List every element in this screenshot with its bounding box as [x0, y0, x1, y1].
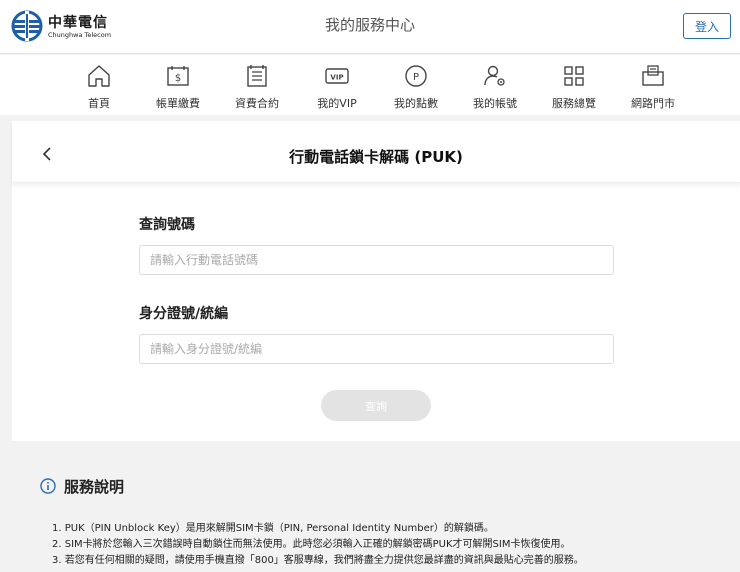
nav-label: 首頁	[88, 97, 110, 110]
card-header: 行動電話鎖卡解碼 (PUK)	[12, 121, 740, 183]
phone-number-label: 查詢號碼	[139, 217, 195, 233]
points-icon: P	[405, 65, 427, 87]
nav-label: 服務總覽	[552, 97, 596, 110]
id-number-input[interactable]	[139, 334, 614, 364]
id-number-label: 身分證號/統編	[139, 306, 229, 322]
service-info-title: 服務說明	[64, 477, 125, 496]
svg-text:$: $	[175, 73, 181, 84]
home-icon	[88, 65, 110, 87]
nav-label: 我的點數	[394, 97, 438, 110]
nav-label: 我的VIP	[317, 97, 357, 110]
nav-item-bill[interactable]: $ 帳單繳費	[138, 63, 218, 111]
page-header-title: 我的服務中心	[324, 16, 415, 34]
phone-number-input[interactable]	[139, 245, 614, 275]
page-title: 行動電話鎖卡解碼 (PUK)	[289, 148, 463, 166]
nav-label: 資費合約	[235, 97, 279, 110]
list-item: 2. SIM卡將於您輸入三次錯誤時自動鎖住而無法使用。此時您必須輸入正確的解鎖密…	[52, 539, 571, 550]
nav-item-account[interactable]: 我的帳號	[455, 63, 535, 111]
main-nav: 首頁 $ 帳單繳費 資費合約 VIP 我的VIP P 我的點數 我的帳號 服務總…	[0, 55, 740, 115]
puk-query-card: 行動電話鎖卡解碼 (PUK) 查詢號碼 身分證號/統編 查詢	[12, 121, 740, 441]
service-info-header: 服務說明	[40, 476, 124, 496]
nav-item-points[interactable]: P 我的點數	[376, 63, 456, 111]
nav-label: 帳單繳費	[156, 97, 200, 110]
vip-icon: VIP	[325, 68, 349, 84]
nav-item-store[interactable]: 網路門市	[613, 63, 693, 111]
nav-label: 網路門市	[631, 97, 675, 110]
nav-label: 我的帳號	[473, 97, 517, 110]
shopping-bag-icon	[642, 65, 664, 86]
contract-icon	[247, 65, 267, 87]
bill-icon: $	[167, 66, 189, 86]
nav-item-home[interactable]: 首頁	[59, 63, 139, 111]
account-settings-icon	[484, 65, 505, 86]
grid-icon	[564, 66, 584, 86]
query-button[interactable]: 查詢	[321, 390, 431, 421]
nav-item-services[interactable]: 服務總覽	[534, 63, 614, 111]
nav-item-vip[interactable]: VIP 我的VIP	[297, 63, 377, 111]
list-item: 1. PUK（PIN Unblock Key）是用來解開SIM卡鎖（PIN, P…	[52, 523, 494, 534]
login-button[interactable]: 登入	[683, 13, 731, 39]
svg-text:VIP: VIP	[330, 74, 343, 82]
top-bar: 中華電信 Chunghwa Telecom 我的服務中心 登入	[0, 0, 740, 54]
nav-item-contract[interactable]: 資費合約	[217, 63, 297, 111]
info-icon	[40, 478, 56, 494]
svg-text:P: P	[413, 72, 419, 83]
service-info-list: 1. PUK（PIN Unblock Key）是用來解開SIM卡鎖（PIN, P…	[52, 521, 584, 569]
list-item: 3. 若您有任何相關的疑問，請使用手機直撥「800」客服專線，我們將盡全力提供您…	[52, 555, 584, 566]
